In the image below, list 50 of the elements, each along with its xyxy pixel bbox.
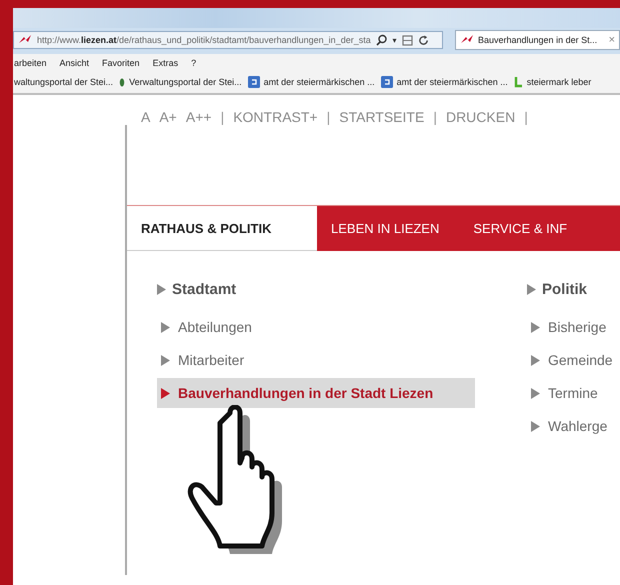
submenu-item[interactable]: Gemeinde: [527, 345, 613, 375]
browser-tab[interactable]: Bauverhandlungen in der St... ×: [455, 30, 620, 50]
search-icon[interactable]: [376, 34, 388, 46]
nav-tab[interactable]: LEBEN IN LIEZEN: [317, 206, 460, 251]
menu-item[interactable]: Extras: [152, 58, 178, 68]
separator-text: |: [524, 109, 528, 125]
menu-item[interactable]: Favoriten: [102, 58, 140, 68]
triangle-icon: [161, 322, 170, 332]
submenu-item[interactable]: Wahlerge: [527, 411, 613, 441]
url-text: http://www.liezen.at/de/rathaus_und_politik/stadtamt/bauverhandlungen_in_der_sta: [37, 35, 371, 45]
favorite-link[interactable]: steiermark leber: [526, 77, 592, 87]
dropdown-caret[interactable]: ▾: [392, 36, 397, 44]
l-shape-icon: [514, 76, 523, 88]
favorite-link[interactable]: Verwaltungsportal der Stei...: [129, 77, 242, 87]
favorite-link[interactable]: amt der steiermärkischen ...: [396, 77, 508, 87]
triangle-icon: [531, 420, 540, 432]
favorite-link[interactable]: waltungsportal der Stei...: [14, 77, 114, 87]
logo-icon: [460, 34, 474, 46]
menu-item[interactable]: Ansicht: [60, 58, 90, 68]
nav-tab[interactable]: SERVICE & INF: [459, 206, 588, 251]
triangle-icon: [527, 284, 536, 295]
menu-item[interactable]: ?: [191, 58, 196, 68]
separator-text: |: [433, 109, 437, 125]
logo-icon: [18, 34, 32, 46]
triangle-icon: [531, 354, 540, 366]
separator-text: |: [220, 109, 224, 125]
close-button[interactable]: ×: [608, 34, 615, 46]
triangle-icon: [161, 388, 170, 398]
tab-title: Bauverhandlungen in der St...: [478, 35, 598, 45]
submenu-item[interactable]: Bisherige: [527, 312, 613, 342]
menu-heading[interactable]: Politik: [542, 281, 588, 298]
menu-heading[interactable]: Stadtamt: [172, 281, 236, 298]
submenu-item[interactable]: Bauverhandlungen in der Stadt Liezen: [157, 378, 475, 408]
triangle-icon: [161, 354, 170, 366]
address-field[interactable]: http://www.liezen.at/de/rathaus_und_politik/stadtamt/bauverhandlungen_in_der_sta ▾: [13, 31, 443, 49]
triangle-icon: [531, 322, 540, 332]
triangle-icon: [531, 388, 540, 398]
separator-text: |: [326, 109, 330, 125]
menu-item[interactable]: arbeiten: [14, 58, 47, 68]
nav-tab[interactable]: RATHAUS & POLITIK: [127, 206, 317, 251]
triangle-icon: [157, 284, 166, 295]
submenu-item[interactable]: Termine: [527, 378, 613, 408]
submenu-item[interactable]: Abteilungen: [157, 312, 527, 342]
refresh-icon[interactable]: [418, 34, 429, 46]
submenu-item[interactable]: Mitarbeiter: [157, 345, 527, 375]
favorite-link[interactable]: amt der steiermärkischen ...: [264, 77, 375, 87]
app-icon: [248, 76, 260, 88]
leaf-icon: [119, 78, 126, 86]
app-icon: [380, 76, 393, 88]
compatibility-icon[interactable]: [402, 34, 413, 46]
